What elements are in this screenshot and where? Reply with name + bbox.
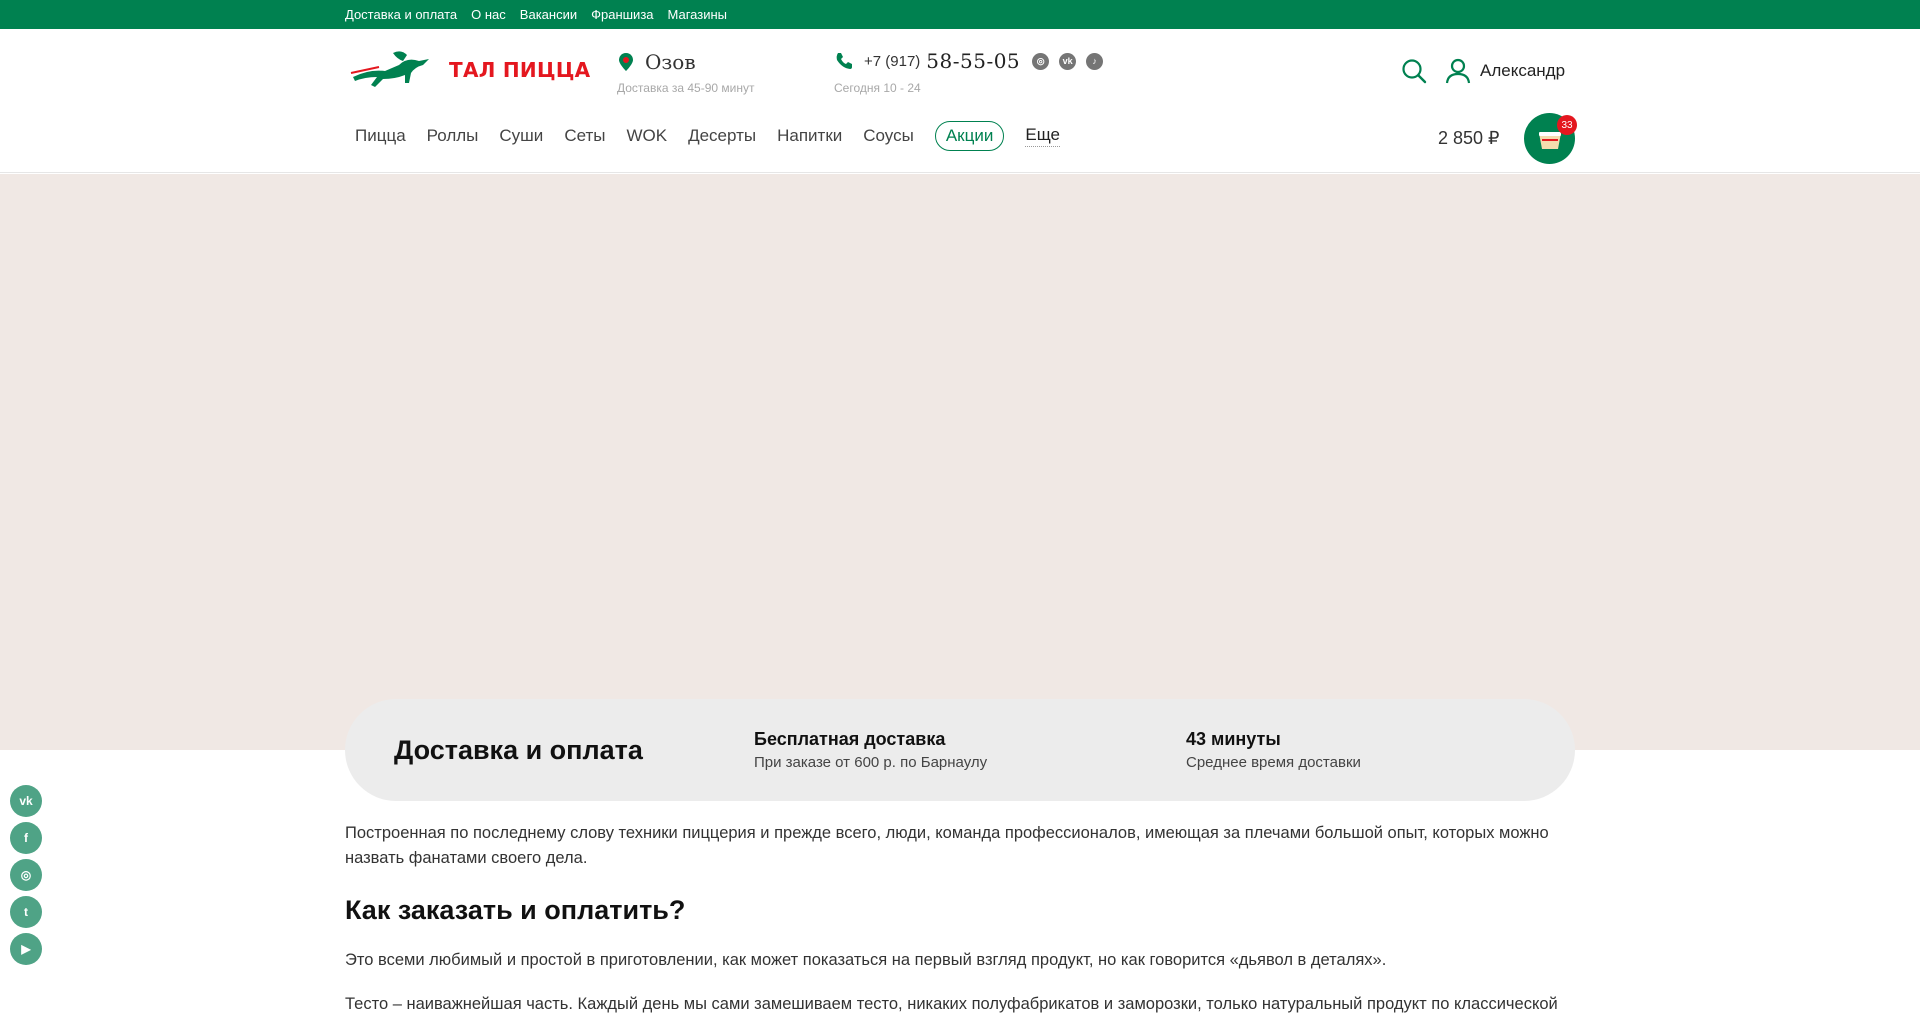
- top-link-stores[interactable]: Магазины: [668, 7, 728, 22]
- youtube-icon[interactable]: ▶: [10, 933, 42, 965]
- avg-time-title: 43 минуты: [1186, 729, 1281, 749]
- top-links: Доставка и оплата О нас Вакансии Франшиз…: [345, 0, 727, 29]
- intro-paragraph: Построенная по последнему слову техники …: [345, 824, 1549, 867]
- nav-drinks[interactable]: Напитки: [777, 126, 842, 146]
- nav-rolls[interactable]: Роллы: [427, 126, 479, 146]
- avg-time-block: 43 минуты Среднее время доставки: [1186, 729, 1361, 771]
- paragraph-2: Тесто – наиважнейшая часть. Каждый день …: [345, 995, 1558, 1024]
- side-social-bar: vk f ◎ t ▶: [10, 785, 42, 965]
- logo-text: ТАЛ ПИЦЦА: [449, 58, 591, 82]
- horse-rider-logo-icon: [350, 51, 429, 87]
- delivery-info-card: Доставка и оплата Бесплатная доставка Пр…: [345, 699, 1575, 801]
- main-nav: Пицца Роллы Суши Сеты WOK Десерты Напитк…: [355, 121, 1060, 151]
- nav-promotions[interactable]: Акции: [934, 121, 1005, 151]
- page-content: Построенная по последнему слову техники …: [345, 821, 1575, 1024]
- city-selector[interactable]: Озов Доставка за 45-90 минут: [617, 50, 754, 95]
- phone-number[interactable]: 58-55-05: [926, 49, 1020, 73]
- facebook-icon[interactable]: f: [10, 822, 42, 854]
- location-pin-icon: [619, 53, 633, 71]
- cart-button[interactable]: 33: [1524, 113, 1577, 164]
- cart-total[interactable]: 2 850 ₽: [1438, 128, 1500, 149]
- phone-block: +7 (917) 58-55-05 ◎ vk ♪ Сегодня 10 - 24: [834, 49, 1104, 95]
- section-heading: Как заказать и оплатить?: [345, 895, 686, 925]
- info-title: Доставка и оплата: [394, 735, 643, 765]
- top-link-vacancies[interactable]: Вакансии: [520, 7, 577, 22]
- city-name: Озов: [645, 50, 696, 74]
- nav-wok[interactable]: WOK: [626, 126, 667, 146]
- working-hours: Сегодня 10 - 24: [834, 81, 921, 95]
- free-delivery-sub: При заказе от 600 р. по Барнаулу: [754, 754, 988, 771]
- search-button[interactable]: [1400, 57, 1428, 85]
- paragraph-1: Это всеми любимый и простой в приготовле…: [345, 951, 1387, 969]
- avg-time-sub: Среднее время доставки: [1186, 754, 1361, 771]
- search-icon: [1402, 59, 1427, 84]
- twitter-icon[interactable]: t: [10, 896, 42, 928]
- nav-desserts[interactable]: Десерты: [688, 126, 756, 146]
- nav-pizza[interactable]: Пицца: [355, 126, 406, 146]
- free-delivery-block: Бесплатная доставка При заказе от 600 р.…: [754, 729, 987, 771]
- vk-icon[interactable]: vk: [1059, 52, 1077, 70]
- free-delivery-title: Бесплатная доставка: [754, 729, 946, 749]
- vk-icon[interactable]: vk: [10, 785, 42, 817]
- nav-more[interactable]: Еще: [1025, 125, 1060, 147]
- phone-icon: [836, 53, 852, 69]
- phone-prefix[interactable]: +7 (917): [864, 53, 920, 70]
- user-account[interactable]: Александр: [1444, 57, 1565, 85]
- top-link-delivery[interactable]: Доставка и оплата: [345, 7, 457, 22]
- nav-sets[interactable]: Сеты: [564, 126, 605, 146]
- instagram-icon[interactable]: ◎: [10, 859, 42, 891]
- delivery-time: Доставка за 45-90 минут: [617, 81, 755, 95]
- nav-sushi[interactable]: Суши: [499, 126, 543, 146]
- instagram-icon[interactable]: ◎: [1032, 52, 1050, 70]
- top-bar: Доставка и оплата О нас Вакансии Франшиз…: [0, 0, 1920, 29]
- top-link-franchise[interactable]: Франшиза: [591, 7, 653, 22]
- tiktok-icon[interactable]: ♪: [1086, 52, 1104, 70]
- hero-banner: [0, 174, 1920, 750]
- cart-count-badge: 33: [1557, 115, 1577, 135]
- top-link-about[interactable]: О нас: [471, 7, 506, 22]
- nav-sauces[interactable]: Соусы: [863, 126, 914, 146]
- user-name: Александр: [1480, 61, 1566, 80]
- header: ТАЛ ПИЦЦА Озов Доставка за 45-90 минут +…: [0, 29, 1920, 173]
- user-icon: [1445, 58, 1471, 84]
- logo[interactable]: ТАЛ ПИЦЦА: [349, 47, 590, 93]
